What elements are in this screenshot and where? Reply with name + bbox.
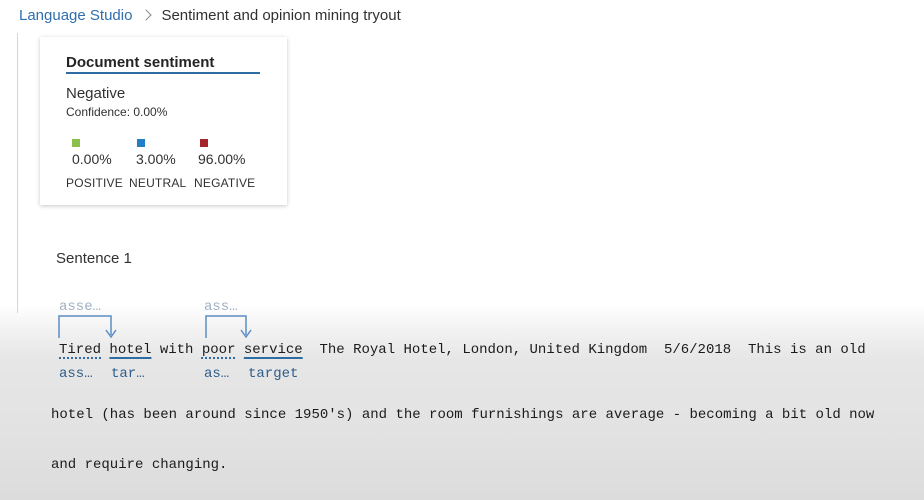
plain-word-with: with (159, 342, 194, 358)
relation-arrow-2 (205, 315, 247, 338)
relation-arrow-1 (58, 315, 112, 338)
relation-arrows (58, 315, 252, 339)
assessment-label-bottom-2[interactable]: as… (204, 366, 229, 382)
target-label-bottom-1[interactable]: tar… (111, 366, 145, 382)
assessment-label-bottom-1[interactable]: ass… (59, 366, 93, 382)
assessment-word-poor[interactable]: poor (202, 342, 236, 358)
target-word-service[interactable]: service (244, 342, 303, 358)
sentence-text: Tired hotel with poor service The Royal … (59, 342, 866, 358)
assessment-word-tired[interactable]: Tired (59, 342, 101, 358)
sentence-continuation-line-1: hotel (has been around since 1950's) and… (51, 407, 875, 423)
sentence-remaining-text: The Royal Hotel, London, United Kingdom … (319, 342, 866, 358)
target-word-hotel[interactable]: hotel (109, 342, 151, 358)
target-label-bottom-2[interactable]: target (248, 366, 298, 382)
sentence-continuation-line-2: and require changing. (51, 457, 228, 473)
